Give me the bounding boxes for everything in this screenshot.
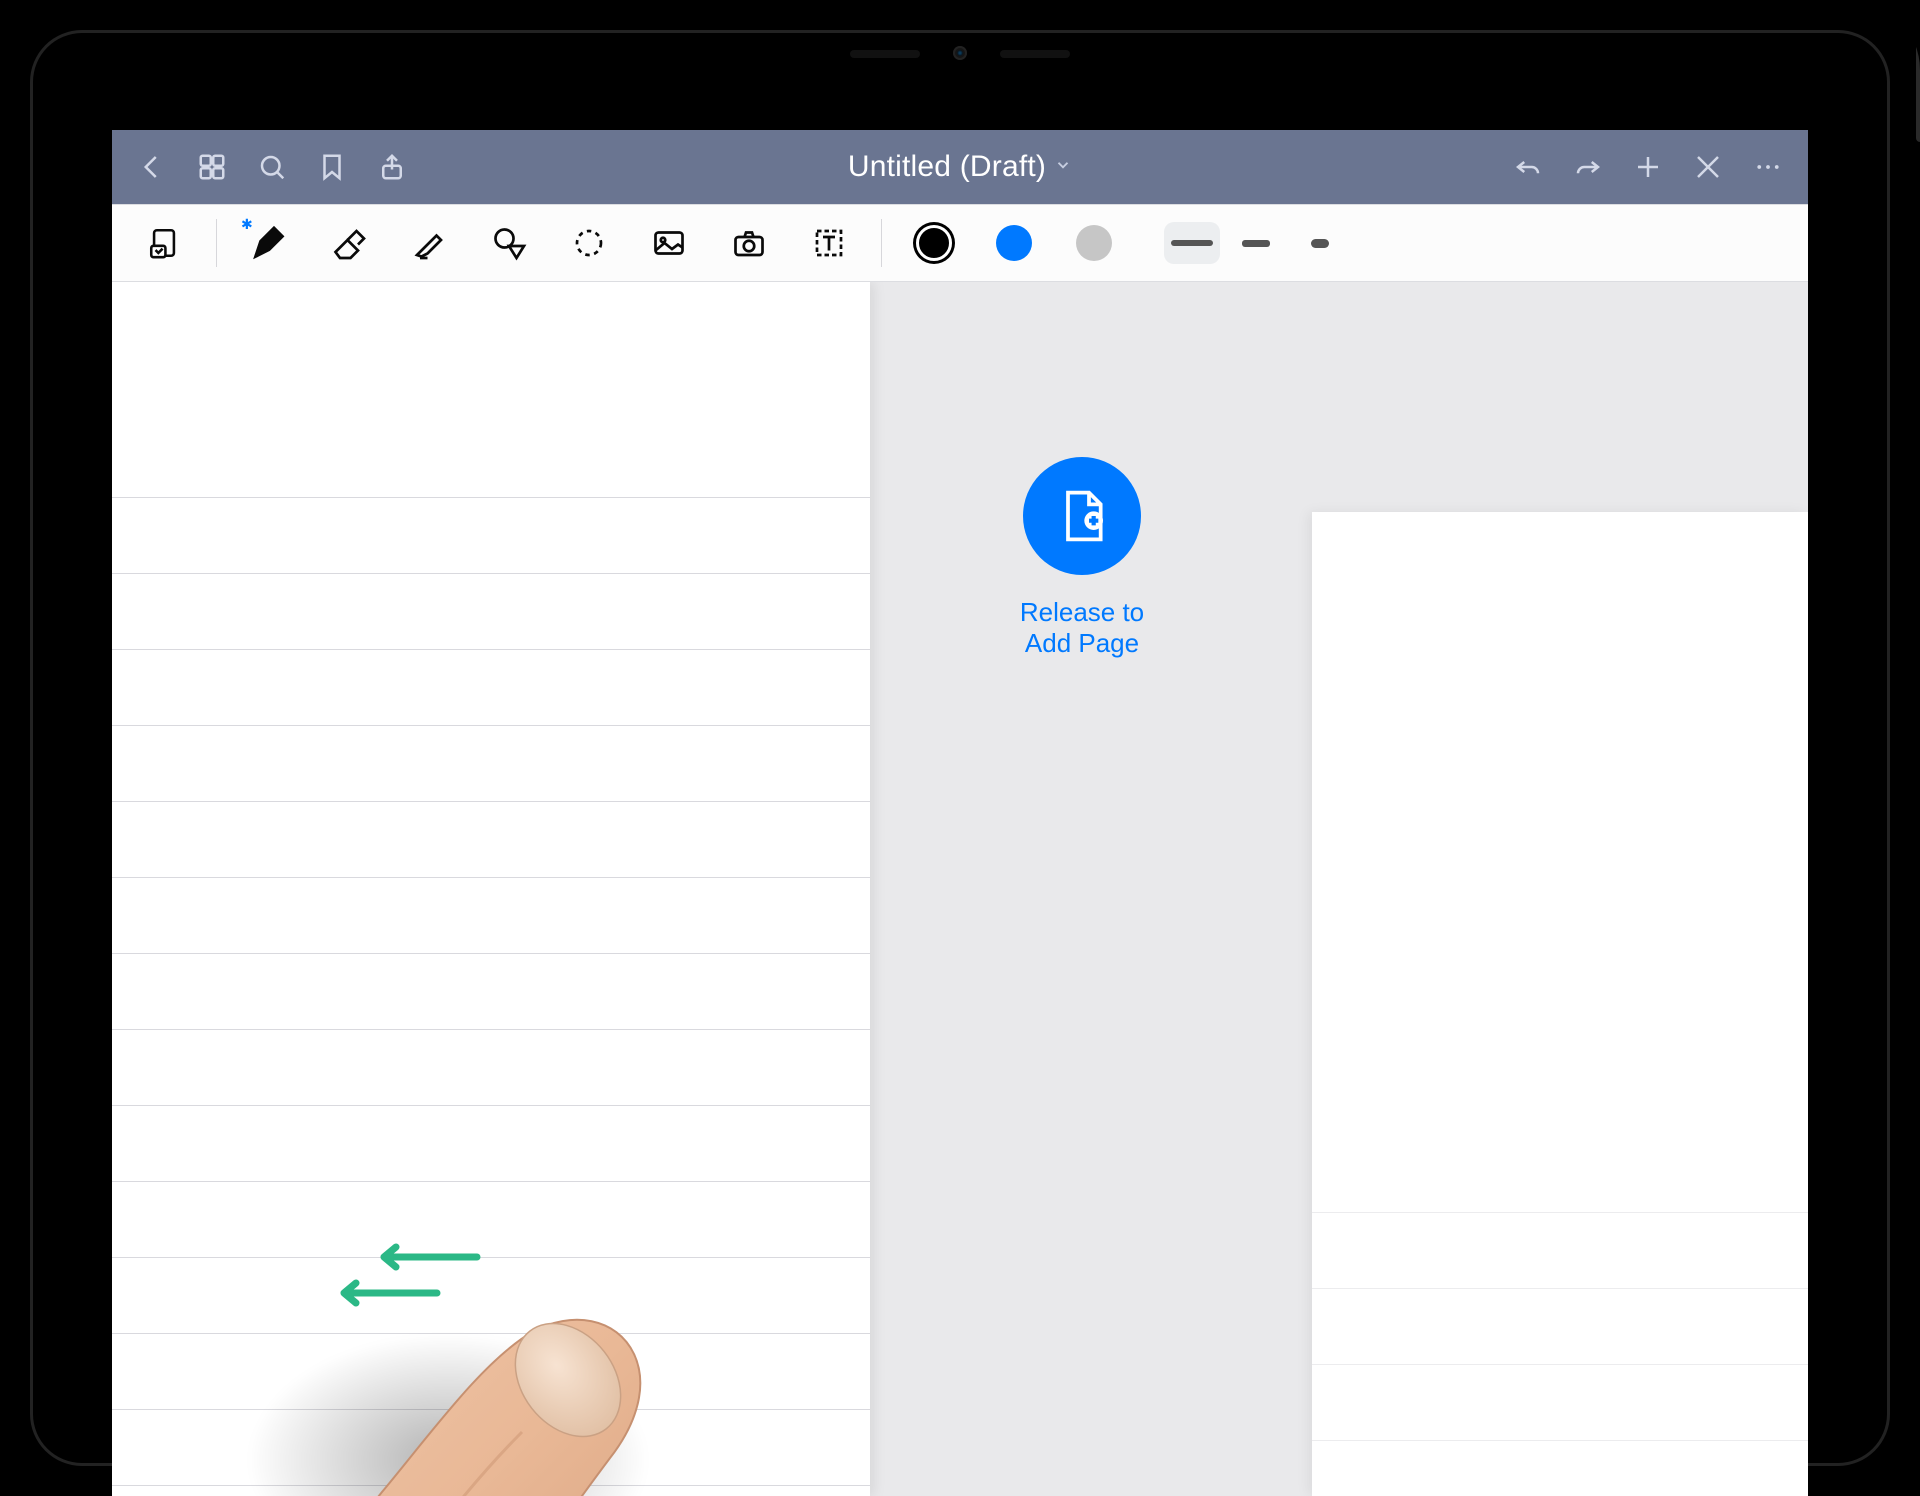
redo-button[interactable] bbox=[1560, 139, 1616, 195]
add-page-line1: Release to bbox=[1020, 597, 1144, 628]
device-bezel: Untitled (Draft) bbox=[0, 0, 1920, 1496]
add-page-line2: Add Page bbox=[1020, 628, 1144, 659]
stroke-pill-icon bbox=[1171, 240, 1213, 246]
page-next-peek bbox=[1312, 512, 1808, 1496]
highlighter-tool[interactable] bbox=[393, 214, 465, 272]
color-swatch-2[interactable] bbox=[1058, 214, 1130, 272]
more-button[interactable] bbox=[1740, 139, 1796, 195]
color-dot-icon bbox=[1076, 225, 1112, 261]
add-button[interactable] bbox=[1620, 139, 1676, 195]
title-dropdown-icon[interactable] bbox=[1054, 156, 1072, 179]
document-canvas[interactable]: Release to Add Page bbox=[112, 282, 1808, 1496]
stroke-width-2[interactable] bbox=[1292, 222, 1348, 264]
share-button[interactable] bbox=[364, 139, 420, 195]
page-current[interactable] bbox=[112, 282, 870, 1496]
text-tool[interactable] bbox=[793, 214, 865, 272]
power-button-icon bbox=[1916, 22, 1920, 142]
grid-button[interactable] bbox=[184, 139, 240, 195]
separator bbox=[216, 219, 217, 267]
camera-tool[interactable] bbox=[713, 214, 785, 272]
page-template-tool[interactable] bbox=[128, 214, 200, 272]
undo-button[interactable] bbox=[1500, 139, 1556, 195]
stroke-width-0[interactable] bbox=[1164, 222, 1220, 264]
stroke-width-1[interactable] bbox=[1228, 222, 1284, 264]
document-title[interactable]: Untitled (Draft) bbox=[848, 150, 1046, 184]
add-page-label: Release to Add Page bbox=[1020, 597, 1144, 659]
search-button[interactable] bbox=[244, 139, 300, 195]
color-dot-icon bbox=[996, 225, 1032, 261]
speaker-icon bbox=[850, 50, 920, 58]
back-button[interactable] bbox=[124, 139, 180, 195]
separator bbox=[881, 219, 882, 267]
add-page-prompt: Release to Add Page bbox=[982, 457, 1182, 659]
stroke-pill-icon bbox=[1242, 240, 1270, 247]
color-swatch-1[interactable] bbox=[978, 214, 1050, 272]
eraser-tool[interactable] bbox=[313, 214, 385, 272]
speaker-icon bbox=[1000, 50, 1070, 58]
bluetooth-icon: ✱ bbox=[241, 216, 253, 233]
shapes-tool[interactable] bbox=[473, 214, 545, 272]
add-page-icon bbox=[1023, 457, 1141, 575]
tool-bar: ✱ bbox=[112, 204, 1808, 282]
lasso-tool[interactable] bbox=[553, 214, 625, 272]
color-swatch-0[interactable] bbox=[898, 214, 970, 272]
pen-tool[interactable]: ✱ bbox=[233, 214, 305, 272]
stroke-pill-icon bbox=[1311, 239, 1329, 248]
pencil-disable-button[interactable] bbox=[1680, 139, 1736, 195]
image-tool[interactable] bbox=[633, 214, 705, 272]
color-dot-icon bbox=[916, 225, 952, 261]
title-bar: Untitled (Draft) bbox=[112, 130, 1808, 204]
bookmark-button[interactable] bbox=[304, 139, 360, 195]
app-screen: Untitled (Draft) bbox=[112, 130, 1808, 1496]
front-camera-icon bbox=[953, 46, 967, 60]
